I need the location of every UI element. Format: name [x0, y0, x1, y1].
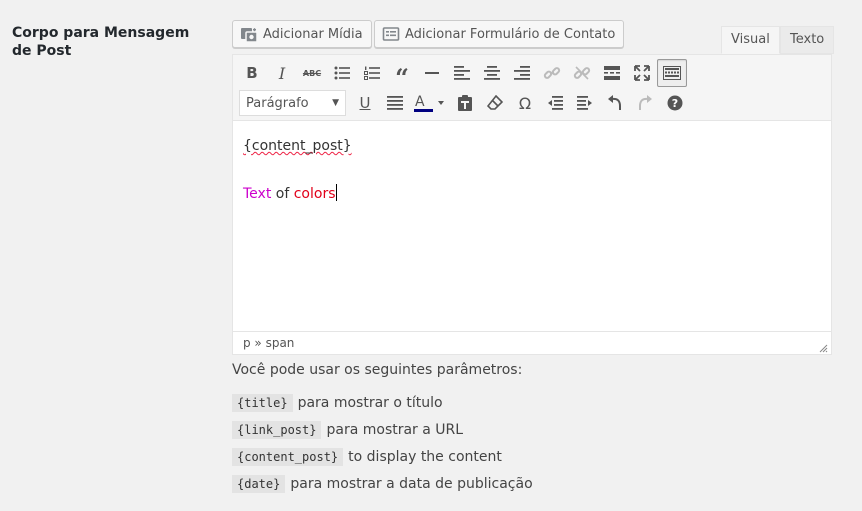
svg-text:A: A: [415, 94, 425, 110]
text-caret: [335, 184, 337, 201]
horizontal-rule-icon[interactable]: [417, 59, 447, 87]
format-select-value: Parágrafo: [246, 95, 309, 111]
param-row: {content_post} to display the content: [232, 448, 502, 466]
blockquote-icon[interactable]: “: [387, 59, 417, 90]
align-right-icon[interactable]: [507, 59, 537, 87]
align-left-icon[interactable]: [447, 59, 477, 87]
colored-word-colors: colors: [293, 186, 336, 202]
svg-text:?: ?: [672, 97, 678, 110]
content-paragraph-2: Text of colors: [243, 182, 821, 206]
toolbar-row-1: B I ABC “: [237, 59, 687, 90]
param-code: {title}: [232, 394, 293, 412]
bold-icon[interactable]: B: [237, 59, 267, 87]
editor-toolbar: B I ABC “ Parágrafo ▼ U A Ω ?: [233, 55, 831, 121]
resize-handle-icon[interactable]: [819, 342, 828, 353]
help-intro: Você pode usar os seguintes parâmetros:: [232, 362, 523, 378]
param-desc: para mostrar o título: [297, 395, 443, 411]
param-row: {date} para mostrar a data de publicação: [232, 475, 533, 493]
toolbar-toggle-icon[interactable]: [657, 59, 687, 87]
element-path[interactable]: p » span: [243, 336, 294, 350]
param-code: {content_post}: [232, 448, 344, 466]
param-desc: para mostrar a data de publicação: [290, 476, 533, 492]
redo-icon[interactable]: [630, 89, 660, 117]
contact-form-icon: [382, 25, 400, 43]
param-code: {date}: [232, 475, 286, 493]
chevron-down-icon: ▼: [332, 98, 339, 108]
toolbar-row-2: Parágrafo ▼ U A Ω ?: [237, 89, 690, 117]
colored-word-text: Text: [243, 186, 272, 202]
field-label: Corpo para Mensagem de Post: [12, 25, 190, 59]
param-desc: para mostrar a URL: [326, 422, 464, 438]
align-center-icon[interactable]: [477, 59, 507, 87]
tab-text[interactable]: Texto: [780, 26, 835, 54]
param-desc: to display the content: [348, 449, 502, 465]
add-contact-form-button[interactable]: Adicionar Formulário de Contato: [374, 20, 625, 48]
indent-icon[interactable]: [570, 89, 600, 117]
fullscreen-icon[interactable]: [627, 59, 657, 87]
link-icon[interactable]: [537, 59, 567, 87]
underline-icon[interactable]: U: [350, 89, 380, 117]
add-media-icon: [240, 25, 258, 43]
unlink-icon[interactable]: [567, 59, 597, 87]
content-paragraph-1: {content_post}: [243, 134, 821, 158]
tab-visual[interactable]: Visual: [721, 26, 780, 54]
outdent-icon[interactable]: [540, 89, 570, 117]
content-placeholder-text: {content_post}: [243, 138, 352, 154]
param-code: {link_post}: [232, 421, 322, 439]
add-media-label: Adicionar Mídia: [263, 26, 363, 42]
strikethrough-icon[interactable]: ABC: [297, 59, 327, 87]
param-row: {title} para mostrar o título: [232, 394, 443, 412]
read-more-icon[interactable]: [597, 59, 627, 87]
param-row: {link_post} para mostrar a URL: [232, 421, 463, 439]
editor-content-area[interactable]: {content_post} Text of colors: [233, 122, 831, 331]
paste-as-text-icon[interactable]: [450, 89, 480, 117]
format-select[interactable]: Parágrafo ▼: [239, 90, 346, 116]
add-media-button[interactable]: Adicionar Mídia: [232, 20, 372, 48]
italic-icon[interactable]: I: [267, 59, 297, 87]
add-contact-form-label: Adicionar Formulário de Contato: [405, 26, 616, 42]
text-color-icon[interactable]: A: [410, 89, 450, 117]
undo-icon[interactable]: [600, 89, 630, 117]
bullet-list-icon[interactable]: [327, 59, 357, 87]
plain-word-of: of: [275, 186, 290, 202]
rich-text-editor: B I ABC “ Parágrafo ▼ U A Ω ? {content_p…: [232, 54, 832, 355]
special-character-icon[interactable]: Ω: [510, 89, 540, 117]
numbered-list-icon[interactable]: [357, 59, 387, 87]
justify-icon[interactable]: [380, 89, 410, 117]
editor-statusbar: p » span: [233, 331, 831, 354]
help-icon[interactable]: ?: [660, 89, 690, 117]
clear-formatting-icon[interactable]: [480, 89, 510, 117]
